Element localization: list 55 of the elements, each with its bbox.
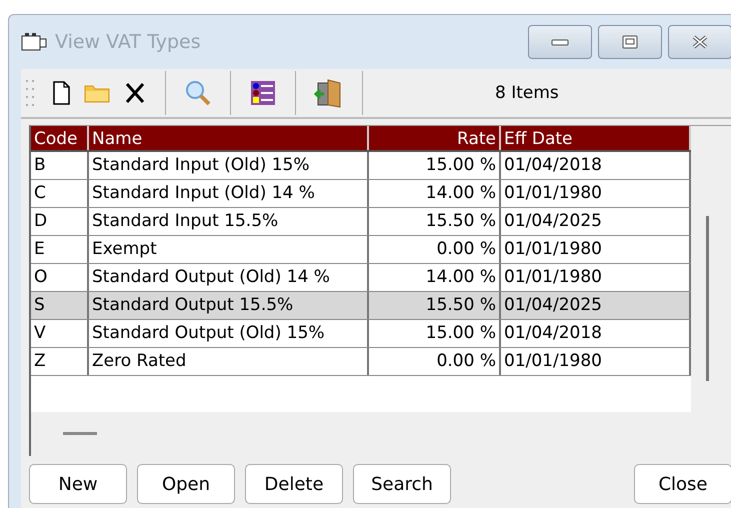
table-row[interactable]: B Standard Input (Old) 15% 15.00 % 01/04/2018 — [31, 152, 691, 180]
table-row[interactable]: V Standard Output (Old) 15% 15.00 % 01/04/2018 — [31, 320, 691, 348]
item-count: 8 Items — [495, 83, 559, 103]
table-cell: D — [31, 208, 89, 235]
table-cell: 01/04/2025 — [501, 292, 691, 319]
dialog-button[interactable]: Open — [137, 464, 235, 504]
table-row[interactable]: Z Zero Rated 0.00 % 01/01/1980 — [31, 348, 691, 376]
maximize-button[interactable] — [598, 25, 662, 59]
column-header[interactable]: Code — [31, 126, 89, 150]
table-cell: Standard Input (Old) 14 % — [89, 180, 369, 207]
table-cell: 0.00 % — [369, 348, 501, 375]
table-cell: 15.00 % — [369, 320, 501, 347]
table-cell: V — [31, 320, 89, 347]
dialog-button[interactable]: New — [29, 464, 127, 504]
close-window-button[interactable] — [668, 25, 731, 59]
table-cell: Z — [31, 348, 89, 375]
table-cell: 15.50 % — [369, 208, 501, 235]
table-cell: Zero Rated — [89, 348, 369, 375]
table-row[interactable]: E Exempt 0.00 % 01/01/1980 — [31, 236, 691, 264]
table-row[interactable]: D Standard Input 15.5% 15.50 % 01/04/2025 — [31, 208, 691, 236]
table-row[interactable]: C Standard Input (Old) 14 % 14.00 % 01/01/1980 — [31, 180, 691, 208]
minimize-icon — [550, 37, 570, 47]
table-cell: Exempt — [89, 236, 369, 263]
table-cell: 01/01/1980 — [501, 236, 691, 263]
table-cell: 01/01/1980 — [501, 348, 691, 375]
table-cell: 01/04/2018 — [501, 152, 691, 179]
horizontal-scrollbar-thumb[interactable] — [63, 432, 97, 435]
dialog-button[interactable]: Search — [353, 464, 451, 504]
table-cell: Standard Input 15.5% — [89, 208, 369, 235]
window-title: View VAT Types — [55, 31, 201, 53]
scrollbar-thumb[interactable] — [706, 216, 709, 381]
table-cell: Standard Output (Old) 15% — [89, 320, 369, 347]
table-cell: 15.50 % — [369, 292, 501, 319]
table-cell: E — [31, 236, 89, 263]
table-cell: B — [31, 152, 89, 179]
table-cell: 0.00 % — [369, 236, 501, 263]
dialog-button[interactable]: Delete — [245, 464, 343, 504]
table-cell: 01/04/2025 — [501, 208, 691, 235]
table-cell: 15.00 % — [369, 152, 501, 179]
table-cell: 14.00 % — [369, 180, 501, 207]
table-cell: Standard Input (Old) 15% — [89, 152, 369, 179]
window-icon — [21, 32, 49, 52]
column-header[interactable]: Name — [89, 126, 369, 150]
column-header[interactable]: Rate — [369, 126, 501, 150]
maximize-icon — [620, 35, 640, 49]
table-cell: S — [31, 292, 89, 319]
table-cell: C — [31, 180, 89, 207]
table-cell: 01/01/1980 — [501, 180, 691, 207]
close-icon — [690, 35, 710, 49]
table-cell: 01/04/2018 — [501, 320, 691, 347]
dialog-button[interactable]: Close — [634, 464, 731, 504]
table-row[interactable]: S Standard Output 15.5% 15.50 % 01/04/2025 — [31, 292, 691, 320]
table-cell: Standard Output 15.5% — [89, 292, 369, 319]
column-header[interactable]: Eff Date — [501, 126, 691, 150]
minimize-button[interactable] — [528, 25, 592, 59]
